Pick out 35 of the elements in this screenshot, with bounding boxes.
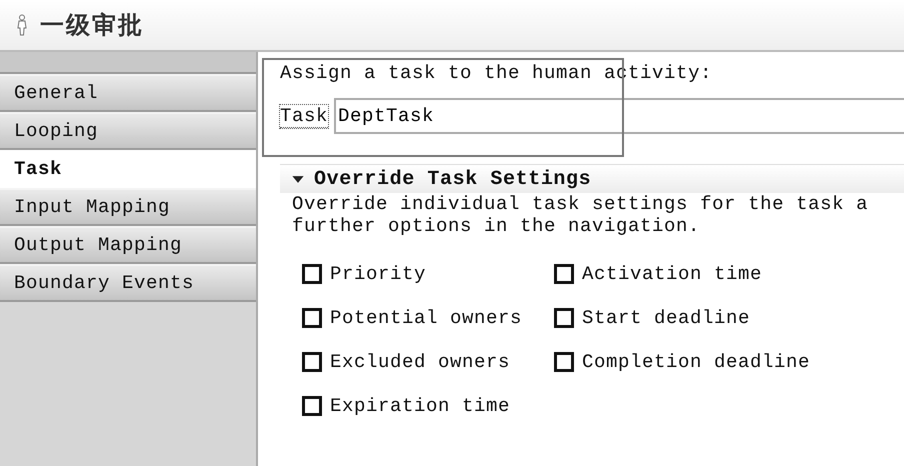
- option-label: Potential owners: [330, 307, 522, 329]
- section-header[interactable]: Override Task Settings: [280, 164, 904, 193]
- option-label: Excluded owners: [330, 351, 510, 373]
- checkbox-square[interactable]: [302, 308, 322, 328]
- sidebar-tab[interactable]: Task: [0, 150, 256, 188]
- option-checkbox[interactable]: Activation time: [554, 259, 904, 289]
- checkbox-square[interactable]: [554, 264, 574, 284]
- option-checkbox[interactable]: Potential owners: [302, 303, 554, 333]
- description-line: further options in the navigation.: [291, 215, 702, 237]
- sidebar-tab[interactable]: General: [0, 74, 256, 112]
- section-title: Override Task Settings: [314, 168, 592, 190]
- checkbox-square[interactable]: [302, 396, 322, 416]
- sidebar-tab[interactable]: Boundary Events: [0, 264, 256, 302]
- option-checkbox[interactable]: Completion deadline: [554, 347, 904, 377]
- option-label: Activation time: [582, 263, 762, 285]
- checkbox-square[interactable]: [302, 264, 322, 284]
- option-label: Priority: [330, 263, 426, 285]
- task-input-field[interactable]: DeptTask: [334, 98, 904, 134]
- option-label: Completion deadline: [582, 351, 810, 373]
- option-checkbox[interactable]: Start deadline: [554, 303, 904, 333]
- page-title: 一级审批: [40, 10, 144, 41]
- task-link[interactable]: Task: [280, 104, 328, 128]
- sidebar-tab[interactable]: Output Mapping: [0, 226, 256, 264]
- option-checkbox[interactable]: Priority: [302, 259, 554, 289]
- sidebar-tab[interactable]: Looping: [0, 112, 256, 150]
- option-checkbox[interactable]: Expiration time: [302, 391, 554, 421]
- person-icon: [16, 14, 28, 36]
- option-label: Start deadline: [582, 307, 750, 329]
- sidebar-tab[interactable]: Input Mapping: [0, 188, 256, 226]
- option-label: Expiration time: [330, 395, 510, 417]
- checkbox-square[interactable]: [554, 308, 574, 328]
- checkbox-square[interactable]: [302, 352, 322, 372]
- option-checkbox[interactable]: Excluded owners: [302, 347, 554, 377]
- checkbox-square[interactable]: [554, 352, 574, 372]
- description-line: Override individual task settings for the task a: [291, 193, 870, 215]
